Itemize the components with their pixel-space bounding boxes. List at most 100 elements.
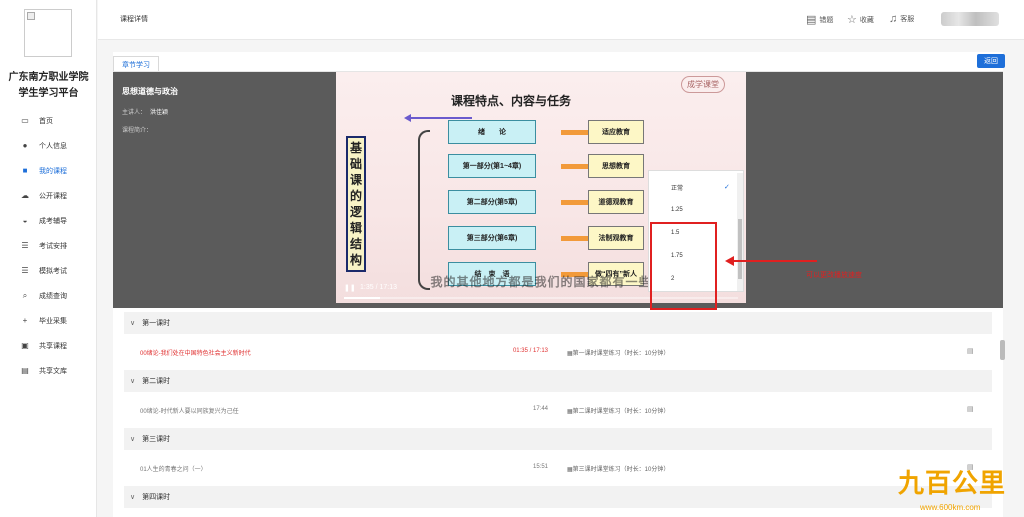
slide-logo: 成学课堂 bbox=[681, 76, 725, 93]
list-icon: ☰ bbox=[21, 266, 29, 275]
lecturer-label: 主讲人： bbox=[122, 110, 147, 116]
exercise-doc-icon[interactable]: ▤ bbox=[967, 405, 974, 413]
broken-image-icon bbox=[27, 12, 35, 20]
sidebar-item-home[interactable]: ▭ 首页 bbox=[0, 108, 97, 133]
chapter-title: 第二课时 bbox=[142, 378, 171, 385]
exercise-doc-icon[interactable]: ▤ bbox=[967, 347, 974, 355]
customer-service-label: 客服 bbox=[900, 16, 915, 23]
avatar[interactable] bbox=[941, 12, 999, 26]
sidebar-item-label: 成考辅导 bbox=[39, 217, 67, 225]
watermark-logo: 九百公里 bbox=[898, 468, 1007, 498]
chapter-title: 第一课时 bbox=[142, 320, 171, 327]
doc-icon: ▤ bbox=[21, 366, 29, 375]
sidebar-item-profile[interactable]: ● 个人信息 bbox=[0, 133, 97, 158]
monitor-icon: ▭ bbox=[21, 116, 29, 125]
cap-icon: ◒ bbox=[22, 216, 28, 225]
sidebar-item-label: 共享文库 bbox=[39, 367, 67, 375]
exercise-label: 第二课时课堂练习（时长：10分钟） bbox=[572, 409, 670, 415]
vertical-char: 结 bbox=[349, 236, 362, 251]
top-header: 课程详情 ▤ 错题 ☆ 收藏 ♫ 客服 bbox=[98, 0, 1024, 40]
lesson-title[interactable]: 00绪论-我们处在中国特色社会主义新时代 bbox=[140, 348, 251, 357]
sidebar-item-label: 成绩查询 bbox=[39, 292, 67, 300]
vertical-char: 基 bbox=[349, 140, 362, 155]
sidebar-item-label: 我的课程 bbox=[39, 167, 67, 175]
watermark-url: www.600km.com bbox=[920, 503, 981, 512]
lesson-duration: 01:35 / 17:13 bbox=[512, 348, 548, 354]
exercise-label: 第一课时课堂练习（时长：10分钟） bbox=[572, 351, 670, 357]
slide-vertical-box: 基 础 课 的 逻 辑 结 构 bbox=[346, 136, 366, 272]
sidebar-item-exam-tutoring[interactable]: ◒ 成考辅导 bbox=[0, 208, 97, 233]
chevron-down-icon: ∨ bbox=[130, 436, 136, 443]
list-icon: ☰ bbox=[21, 241, 29, 250]
exercise-link[interactable]: ▦第三课时课堂练习（时长：10分钟） bbox=[567, 464, 669, 473]
page-scrollbar[interactable] bbox=[1000, 340, 1005, 360]
sidebar-item-graduation[interactable]: + 毕业采集 bbox=[0, 308, 97, 333]
sidebar-item-exam-schedule[interactable]: ☰ 考试安排 bbox=[0, 233, 97, 258]
lesson-duration: 15:51 bbox=[532, 464, 548, 470]
user-icon: ● bbox=[22, 141, 28, 150]
lesson-duration: 17:44 bbox=[532, 406, 548, 412]
speed-menu-scrollbar[interactable] bbox=[737, 173, 743, 291]
sidebar-item-shared-courses[interactable]: ▣ 共享课程 bbox=[0, 333, 97, 358]
chapter-header[interactable]: ∨ 第一课时 bbox=[124, 312, 992, 334]
speed-option-normal[interactable]: 正常 bbox=[671, 183, 683, 192]
sidebar-item-shared-library[interactable]: ▤ 共享文库 bbox=[0, 358, 97, 383]
sidebar-item-mock-exam[interactable]: ☰ 模拟考试 bbox=[0, 258, 97, 283]
sidebar-item-label: 模拟考试 bbox=[39, 267, 67, 275]
slide-title: 课程特点、内容与任务 bbox=[451, 94, 572, 108]
chapter-header[interactable]: ∨ 第二课时 bbox=[124, 370, 992, 392]
sidebar-item-label: 公开课程 bbox=[39, 192, 67, 200]
sidebar-item-my-courses[interactable]: ■ 我的课程 bbox=[0, 158, 97, 183]
chapter-header[interactable]: ∨ 第三课时 bbox=[124, 428, 992, 450]
sidebar-item-grades[interactable]: ⌕ 成绩查询 bbox=[0, 283, 97, 308]
sidebar-item-public-courses[interactable]: ☁ 公开课程 bbox=[0, 183, 97, 208]
lesson-row: 00绪论-时代新人要以同族复兴为己任 17:44 ▦第二课时课堂练习（时长：10… bbox=[124, 392, 992, 428]
school-name-line2: 学生学习平台 bbox=[18, 88, 79, 99]
site-watermark: 九百公里 www.600km.com bbox=[888, 463, 1024, 517]
annotation-arrow bbox=[725, 256, 817, 266]
exercise-label: 第三课时课堂练习（时长：10分钟） bbox=[572, 467, 670, 473]
lesson-title[interactable]: 01人生的青春之问（一） bbox=[140, 464, 207, 473]
speed-option-1-25[interactable]: 1.25 bbox=[671, 207, 683, 213]
vertical-char: 的 bbox=[349, 188, 362, 203]
school-name-line1: 广东南方职业学院 bbox=[8, 72, 89, 83]
slide-edu: 思想教育 bbox=[588, 154, 644, 178]
annotation-text: 可以更改播放速度 bbox=[806, 272, 862, 279]
lesson-row: 00绪论-我们处在中国特色社会主义新时代 01:35 / 17:13 ▦第一课时… bbox=[124, 334, 992, 370]
player-zone: 思想道德与政治 主讲人： 洪佳颖 课程简介： 课程特点、内容与任务 成学课堂 基 … bbox=[113, 72, 1003, 310]
wrong-questions-button[interactable]: ▤ 错题 bbox=[806, 13, 833, 26]
exercise-link[interactable]: ▦第二课时课堂练习（时长：10分钟） bbox=[567, 406, 669, 415]
video-time: 1:35 / 17:13 bbox=[360, 284, 397, 291]
lesson-row: 01人生的青春之问（一） 15:51 ▦第三课时课堂练习（时长：10分钟） ▤ bbox=[124, 450, 992, 486]
exercise-link[interactable]: ▦第一课时课堂练习（时长：10分钟） bbox=[567, 348, 669, 357]
sidebar-item-label: 个人信息 bbox=[39, 142, 67, 150]
slide-part: 第一部分(第1~4章) bbox=[448, 154, 536, 178]
course-intro-label: 课程简介： bbox=[122, 128, 153, 134]
pause-icon[interactable]: ❚❚ bbox=[344, 284, 356, 292]
customer-service-button[interactable]: ♫ 客服 bbox=[889, 13, 914, 25]
scrollbar-thumb[interactable] bbox=[738, 219, 742, 279]
plus-icon: + bbox=[22, 316, 28, 325]
sidebar-item-label: 毕业采集 bbox=[39, 317, 67, 325]
note-icon: ▤ bbox=[806, 14, 817, 26]
search-icon: ⌕ bbox=[22, 290, 28, 300]
sidebar-item-label: 首页 bbox=[39, 117, 53, 125]
slide-edu: 适应教育 bbox=[588, 120, 644, 144]
lesson-title[interactable]: 00绪论-时代新人要以同族复兴为己任 bbox=[140, 406, 239, 415]
slide-brace bbox=[418, 130, 430, 290]
chevron-down-icon: ∨ bbox=[130, 494, 136, 501]
chapter-header[interactable]: ∨ 第四课时 bbox=[124, 486, 992, 508]
sidebar-nav: ▭ 首页 ● 个人信息 ■ 我的课程 ☁ 公开课程 ◒ 成考辅导 ☰ 考试安排 ☰ 模拟考试 … bbox=[0, 108, 97, 383]
sidebar-item-label: 考试安排 bbox=[39, 242, 67, 250]
chevron-down-icon: ∨ bbox=[130, 320, 136, 327]
school-logo bbox=[24, 9, 72, 57]
vertical-char: 础 bbox=[349, 156, 362, 171]
favorites-button[interactable]: ☆ 收藏 bbox=[847, 13, 874, 26]
share-icon: ▣ bbox=[21, 341, 29, 350]
chapter-title: 第三课时 bbox=[142, 436, 171, 443]
chevron-down-icon: ∨ bbox=[130, 378, 136, 385]
check-icon: ✓ bbox=[724, 184, 730, 191]
back-button[interactable]: 返回 bbox=[977, 54, 1005, 68]
lecturer-value: 洪佳颖 bbox=[150, 110, 169, 116]
wrong-questions-label: 错题 bbox=[819, 16, 834, 24]
